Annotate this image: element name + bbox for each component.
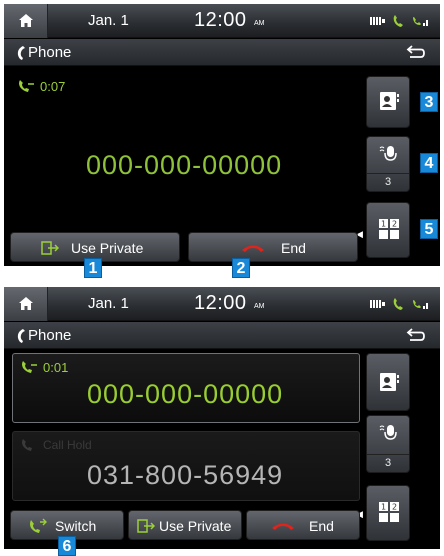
use-private-label: Use Private: [71, 240, 144, 256]
switch-icon: [30, 518, 47, 533]
held-call-icon: [22, 439, 32, 451]
home-button[interactable]: [4, 4, 48, 38]
page-title: Phone: [28, 44, 72, 61]
mic-volume-level: 3: [367, 173, 409, 191]
home-icon: [19, 297, 33, 310]
handset-icon: [17, 46, 25, 60]
end-call-button[interactable]: End: [188, 232, 358, 262]
svg-text:2: 2: [392, 220, 397, 229]
end-call-label: End: [309, 518, 334, 534]
status-ampm: AM: [254, 303, 265, 310]
home-button[interactable]: [4, 287, 48, 321]
call-screen-multi: Jan. 1 12:00 AM Phone 0:01 000-000-00000…: [4, 287, 440, 549]
signal-icon: [413, 17, 428, 26]
back-arrow-icon[interactable]: [406, 328, 426, 342]
contacts-icon: [380, 373, 399, 391]
active-call-timer: 0:01: [43, 360, 69, 375]
home-icon: [19, 14, 33, 27]
title-bar: Phone: [4, 322, 440, 349]
status-ampm: AM: [254, 20, 265, 27]
call-timer: 0:07: [40, 79, 66, 94]
callout-4: 4: [420, 153, 438, 173]
contacts-button[interactable]: [366, 76, 410, 128]
mic-icon: [379, 146, 397, 161]
use-private-button[interactable]: Use Private: [128, 510, 242, 540]
status-time: 12:00: [194, 9, 247, 31]
keypad-icon: 1 2: [379, 502, 399, 522]
contacts-button[interactable]: [366, 353, 410, 411]
end-call-icon: [242, 245, 264, 252]
use-private-icon: [41, 241, 59, 255]
callout-6: 6: [58, 536, 76, 556]
svg-text:2: 2: [392, 503, 397, 512]
back-arrow-icon[interactable]: [406, 45, 426, 59]
callout-3: 3: [420, 92, 438, 112]
callout-2: 2: [232, 258, 250, 278]
held-call-panel[interactable]: Call Hold 031-800-56949: [12, 431, 360, 501]
switch-label: Switch: [55, 518, 97, 534]
phone-number: 000-000-00000: [86, 150, 283, 180]
call-screen-single: Jan. 1 12:00 AM Phone 0:07 000-000-00000…: [4, 4, 440, 266]
end-call-label: End: [281, 240, 306, 256]
status-bar: Jan. 1 12:00 AM: [4, 287, 440, 321]
svg-text:1: 1: [381, 503, 386, 512]
battery-icon: [370, 300, 385, 308]
keypad-button[interactable]: 1 2: [366, 485, 410, 541]
keypad-button[interactable]: 1 2: [366, 202, 410, 258]
status-date: Jan. 1: [88, 295, 129, 312]
battery-icon: [370, 17, 385, 25]
bluetooth-call-icon: [393, 298, 403, 310]
svg-text:1: 1: [381, 220, 386, 229]
active-call-icon: [19, 80, 34, 92]
contacts-icon: [380, 92, 399, 110]
title-bar: Phone: [4, 39, 440, 66]
handset-icon: [17, 329, 25, 343]
status-icons: [370, 14, 430, 28]
end-call-icon: [272, 523, 294, 530]
status-icons: [370, 297, 430, 311]
held-call-status: Call Hold: [43, 438, 92, 452]
active-call-panel[interactable]: 0:01 000-000-00000: [12, 353, 360, 423]
status-bar: Jan. 1 12:00 AM: [4, 4, 440, 38]
status-date: Jan. 1: [88, 12, 129, 29]
status-time: 12:00: [194, 292, 247, 314]
signal-icon: [413, 300, 428, 309]
bluetooth-call-icon: [393, 15, 403, 27]
keypad-icon: 1 2: [379, 219, 399, 239]
held-call-number: 031-800-56949: [87, 460, 284, 490]
mic-icon: [379, 425, 397, 440]
end-call-button[interactable]: End: [246, 510, 360, 540]
callout-5: 5: [420, 219, 438, 239]
mic-volume-button[interactable]: 3: [366, 136, 410, 192]
mic-volume-level: 3: [367, 454, 409, 472]
mic-volume-button[interactable]: 3: [366, 415, 410, 473]
active-call-icon: [22, 361, 37, 373]
page-title: Phone: [28, 327, 72, 344]
active-call-number: 000-000-00000: [87, 379, 284, 409]
use-private-label: Use Private: [159, 518, 232, 534]
use-private-icon: [137, 519, 155, 533]
callout-1: 1: [84, 258, 102, 278]
